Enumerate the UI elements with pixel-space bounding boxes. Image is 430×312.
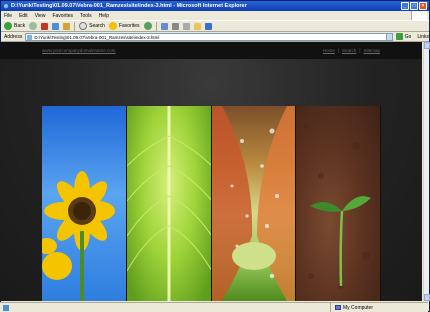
back-arrow-icon [4,22,12,30]
seedling-illustration [303,123,372,289]
favorites-label: Favorites [118,23,140,29]
go-arrow-icon [395,33,403,40]
status-left [0,304,330,311]
address-bar: Address D:\Yurik\Testing\01.09.07\Vebra-… [1,32,429,42]
image-panels [42,106,381,301]
internet-explorer-icon [3,3,9,9]
toolbar-separator [155,21,157,31]
minimize-button[interactable]: _ [401,2,409,10]
sunflower-image [42,106,127,301]
leaf-image [126,106,212,301]
refresh-icon[interactable] [52,22,60,30]
nav-separator: | [359,48,361,53]
page-icon [27,34,33,40]
search-label: Search [89,23,105,29]
links-button[interactable]: Links [417,34,429,40]
print-icon[interactable] [171,22,179,30]
search-icon [79,22,88,30]
forward-button[interactable] [29,21,38,31]
back-label: Back [14,23,26,29]
forward-arrow-icon [29,22,38,30]
page-status-icon [3,304,9,311]
zone-label: My Computer [343,304,374,311]
window-title: D:\Yurik\Testing\01.09.07\Vebra-001_Ramz… [11,3,247,9]
edit-icon[interactable] [182,22,190,30]
my-computer-icon [335,305,341,310]
seedling-image [296,106,381,301]
title-bar: D:\Yurik\Testing\01.09.07\Vebra-001_Ramz… [1,1,429,11]
menu-tools[interactable]: Tools [80,13,92,19]
windows-logo-icon [411,11,427,20]
window-controls: _ □ × [401,2,427,10]
home-icon[interactable] [63,22,71,30]
folder-icon[interactable] [193,22,201,30]
menu-view[interactable]: View [35,13,46,19]
nav-separator: | [337,48,340,53]
messenger-icon[interactable] [204,22,212,30]
site-domain-link[interactable]: www.yourcompanydomainname.com [42,48,116,53]
status-bar: My Computer [0,302,428,312]
close-button[interactable]: × [419,2,427,10]
toolbar: Back Search Favorites [1,20,429,32]
address-input[interactable]: D:\Yurik\Testing\01.09.07\Vebra-001_Ramz… [25,32,387,41]
menu-help[interactable]: Help [99,13,109,19]
search-button[interactable]: Search [79,21,105,31]
history-icon[interactable] [143,22,152,30]
leaf-illustration [126,106,211,301]
site-header: www.yourcompanydomainname.com Home | Sea… [0,42,422,59]
nav-home[interactable]: Home [323,48,335,53]
sunflower-illustration [42,171,115,301]
go-label: Go [404,33,412,40]
favorites-button[interactable]: Favorites [108,21,140,31]
address-dropdown-button[interactable] [385,32,393,41]
go-button[interactable]: Go [395,33,412,40]
address-label: Address [4,33,23,40]
menu-bar: File Edit View Favorites Tools Help [1,11,429,20]
tulip-image [211,106,297,301]
maximize-button[interactable]: □ [410,2,418,10]
nav-search[interactable]: Search [342,48,356,53]
back-button[interactable]: Back [4,21,25,31]
page-viewport: www.yourcompanydomainname.com Home | Sea… [0,42,422,301]
menu-edit[interactable]: Edit [19,13,28,19]
star-icon [108,22,117,30]
vertical-scrollbar[interactable] [423,42,430,301]
site-nav: Home | Search | Sitemap [323,48,380,53]
menu-file[interactable]: File [4,13,12,19]
menu-favorites[interactable]: Favorites [52,13,73,19]
address-value: D:\Yurik\Testing\01.09.07\Vebra-001_Ramz… [34,34,160,40]
status-zone: My Computer [330,303,373,312]
tulip-illustration [211,106,296,301]
scroll-up-icon[interactable] [424,42,430,49]
mail-icon[interactable] [160,22,168,30]
toolbar-separator [74,21,76,31]
nav-sitemap[interactable]: Sitemap [363,48,380,53]
scroll-down-icon[interactable] [424,294,430,301]
stop-icon[interactable] [41,22,49,30]
